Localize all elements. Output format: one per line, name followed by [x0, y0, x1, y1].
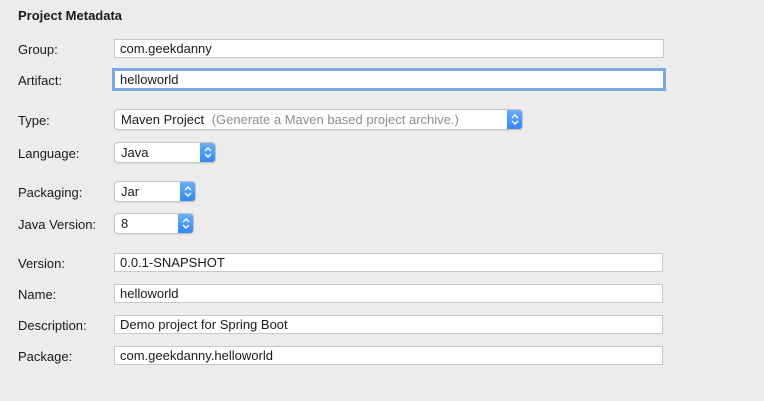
name-label: Name: — [18, 287, 57, 302]
packaging-select[interactable]: Jar — [114, 181, 196, 202]
language-label: Language: — [18, 146, 80, 161]
type-select-hint: (Generate a Maven based project archive.… — [211, 112, 459, 127]
up-down-chevron-icon — [180, 182, 195, 201]
up-down-chevron-icon — [200, 143, 215, 162]
language-row: Language: Java — [0, 142, 764, 166]
section-title: Project Metadata — [18, 8, 123, 23]
type-row: Type: Maven Project (Generate a Maven ba… — [0, 109, 764, 133]
packaging-label: Packaging: — [18, 185, 83, 200]
up-down-chevron-icon — [507, 110, 522, 129]
packaging-row: Packaging: Jar — [0, 181, 764, 205]
version-input[interactable]: 0.0.1-SNAPSHOT — [114, 253, 663, 272]
java-version-label: Java Version: — [18, 217, 97, 232]
group-input[interactable]: com.geekdanny — [114, 39, 664, 58]
type-select[interactable]: Maven Project (Generate a Maven based pr… — [114, 109, 523, 130]
group-row: Group: com.geekdanny — [0, 38, 764, 62]
type-select-value: Maven Project — [121, 112, 205, 127]
java-version-select-value: 8 — [121, 216, 129, 231]
packaging-select-value: Jar — [121, 184, 140, 199]
package-label: Package: — [18, 349, 73, 364]
version-label: Version: — [18, 256, 65, 271]
name-input[interactable]: helloworld — [114, 284, 663, 303]
version-row: Version: 0.0.1-SNAPSHOT — [0, 252, 764, 276]
language-select[interactable]: Java — [114, 142, 216, 163]
language-select-value: Java — [121, 145, 149, 160]
java-version-row: Java Version: 8 — [0, 213, 764, 237]
description-input[interactable]: Demo project for Spring Boot — [114, 315, 663, 334]
description-row: Description: Demo project for Spring Boo… — [0, 314, 764, 338]
package-row: Package: com.geekdanny.helloworld — [0, 345, 764, 369]
group-label: Group: — [18, 42, 58, 57]
artifact-row: Artifact: helloworld — [0, 68, 764, 93]
name-row: Name: helloworld — [0, 283, 764, 307]
java-version-select[interactable]: 8 — [114, 213, 194, 234]
package-input[interactable]: com.geekdanny.helloworld — [114, 346, 663, 365]
up-down-chevron-icon — [178, 214, 193, 233]
type-label: Type: — [18, 113, 50, 128]
artifact-input[interactable]: helloworld — [112, 68, 666, 91]
description-label: Description: — [18, 318, 87, 333]
artifact-label: Artifact: — [18, 73, 63, 88]
